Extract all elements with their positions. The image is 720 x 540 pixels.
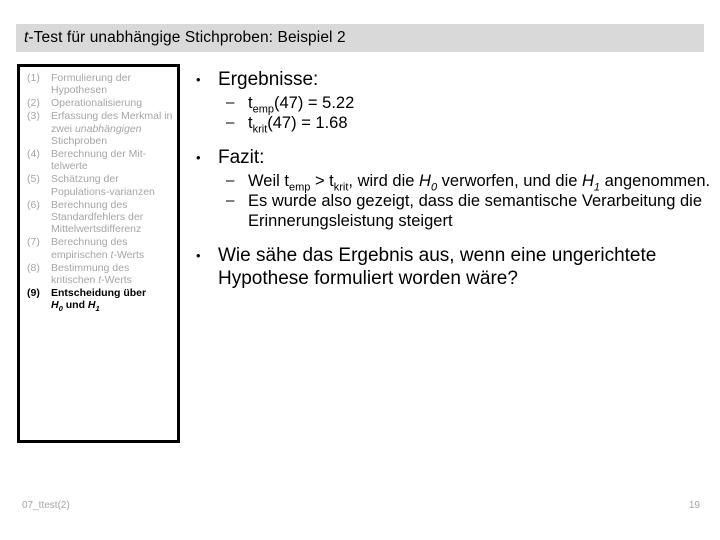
bullet-dot-icon: • xyxy=(196,72,201,87)
step-label-part2: Stichproben xyxy=(51,135,108,148)
step-label-h1: H xyxy=(87,299,96,312)
bullet-conclusion: • Fazit: xyxy=(196,146,712,169)
step-number: (3) xyxy=(27,110,40,123)
dash-icon: – xyxy=(226,192,235,209)
results-line-text: tkrit(47) = 1.68 xyxy=(248,113,712,136)
conclusion-h1: H xyxy=(582,172,594,190)
step-number: (7) xyxy=(27,236,40,249)
step-number: (5) xyxy=(27,173,40,186)
conclusion-line-2-text: Es wurde also gezeigt, dass die semantis… xyxy=(248,192,703,230)
step-label-h1-sub: 1 xyxy=(95,304,100,314)
step-label-part2: -Werts xyxy=(101,274,132,286)
t-value: (47) = 5.22 xyxy=(274,94,355,112)
step-label: Berechnung des empirischen t-Werts xyxy=(51,236,173,261)
conclusion-line-1-text: Weil temp > tkrit, wird die H0 verworfen… xyxy=(248,171,712,193)
step-number: (2) xyxy=(27,97,40,110)
step-label: Entscheidung über H0 und H1 xyxy=(51,286,173,314)
step-label-h0: H xyxy=(51,299,59,312)
step-label: Bestimmung des kritischen t-Werts xyxy=(51,262,173,287)
step-label-part2: -Werts xyxy=(113,248,145,261)
step-item-6: (6) Berechnung des Standardfehlers der M… xyxy=(24,199,173,236)
title-rest: -Test für unabhängige Stichproben: Beisp… xyxy=(28,29,346,46)
step-label: Operationalisierung xyxy=(51,97,143,110)
t-subscript: krit xyxy=(252,123,268,136)
step-label-italic: unabhängigen xyxy=(74,122,142,135)
conclusion-a: Weil t xyxy=(248,172,289,190)
step-label: Berechnung des Standardfehlers der Mitte… xyxy=(51,198,144,236)
step-number: (6) xyxy=(27,198,40,211)
slide-body: • Ergebnisse: – temp(47) = 5.22 – tkrit(… xyxy=(196,68,712,292)
results-line-tkrit: – tkrit(47) = 1.68 xyxy=(226,113,712,136)
conclusion-line-2: – Es wurde also gezeigt, dass die semant… xyxy=(226,191,712,231)
dash-icon: – xyxy=(226,114,235,131)
dash-icon: – xyxy=(226,172,235,189)
bullet-results: • Ergebnisse: xyxy=(196,68,712,91)
t-value: (47) = 1.68 xyxy=(267,114,348,132)
step-label: Berechnung der Mit-telwerte xyxy=(51,147,147,173)
conclusion-line-1: – Weil temp > tkrit, wird die H0 verworf… xyxy=(226,171,712,193)
page-title: t-Test für unabhängige Stichproben: Beis… xyxy=(16,29,346,47)
bullet-dot-icon: • xyxy=(196,150,201,165)
results-line-text: temp(47) = 5.22 xyxy=(248,93,712,115)
conclusion-d: verworfen, und die xyxy=(437,172,582,190)
step-item-1: (1) Formulierung der Hypothesen xyxy=(24,72,173,97)
step-number: (8) xyxy=(27,261,40,274)
dash-icon: – xyxy=(226,94,235,111)
conclusion-h0: H xyxy=(419,172,431,190)
step-item-5: (5) Schätzung der Populations-varianzen xyxy=(24,173,173,198)
step-item-4: (4) Berechnung der Mit-telwerte xyxy=(24,148,173,173)
results-line-temp: – temp(47) = 5.22 xyxy=(226,93,712,115)
question-text: Wie sähe das Ergebnis aus, wenn eine ung… xyxy=(218,245,657,289)
step-item-9-active: (9) Entscheidung über H0 und H1 xyxy=(24,286,173,314)
results-heading: Ergebnisse: xyxy=(218,69,319,90)
conclusion-b: > t xyxy=(310,172,334,190)
step-item-8: (8) Bestimmung des kritischen t-Werts xyxy=(24,262,173,287)
step-label: Formulierung der Hypothesen xyxy=(51,72,131,97)
steps-outline-box: (1) Formulierung der Hypothesen (2) Oper… xyxy=(17,64,180,443)
step-label: Erfassung des Merkmal in zwei unabhängig… xyxy=(51,110,173,147)
step-number: (9) xyxy=(27,286,40,299)
footer-slide-number: 19 xyxy=(688,500,700,511)
step-label-line1: Entscheidung über xyxy=(51,286,147,299)
slide-title-bar: t-Test für unabhängige Stichproben: Beis… xyxy=(16,24,704,52)
step-label-conj: und xyxy=(62,299,88,312)
conclusion-e: angenommen. xyxy=(600,172,711,190)
step-item-3: (3) Erfassung des Merkmal in zwei unabhä… xyxy=(24,110,173,147)
step-item-2: (2) Operationalisierung xyxy=(24,97,173,109)
step-item-7: (7) Berechnung des empirischen t-Werts xyxy=(24,236,173,261)
step-number: (4) xyxy=(27,147,40,160)
conclusion-heading: Fazit: xyxy=(218,147,265,168)
bullet-dot-icon: • xyxy=(196,248,201,263)
step-label: Schätzung der Populations-varianzen xyxy=(51,173,155,198)
step-number: (1) xyxy=(27,72,40,84)
conclusion-c: , wird die xyxy=(348,172,420,190)
bullet-question: • Wie sähe das Ergebnis aus, wenn eine u… xyxy=(196,244,712,290)
footer-file-label: 07_ttest(2) xyxy=(22,500,70,511)
